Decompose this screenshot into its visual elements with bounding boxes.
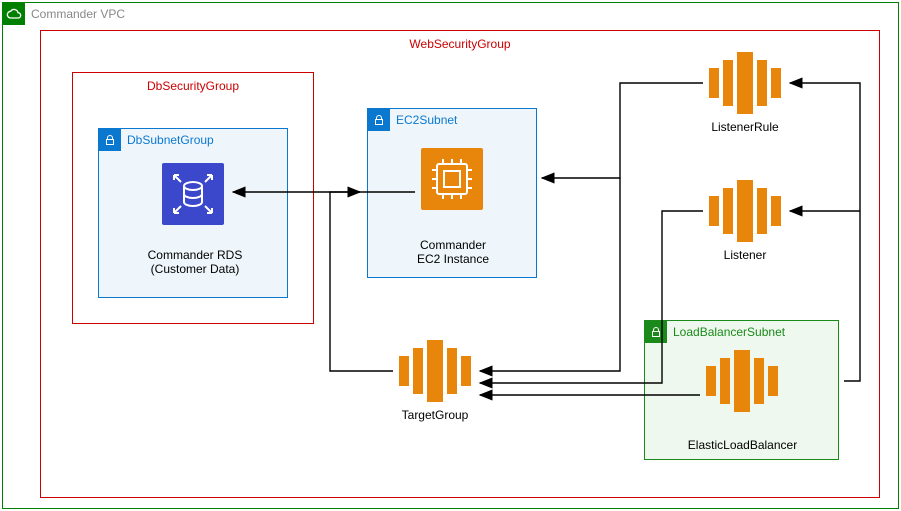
lock-icon — [645, 321, 667, 343]
rds-label: Commander RDS (Customer Data) — [120, 248, 270, 276]
ec2-label: Commander EC2 Instance — [378, 238, 528, 266]
target-group-icon — [399, 340, 471, 402]
cloud-icon — [3, 3, 25, 25]
listener-rule-icon — [709, 52, 781, 114]
db-subnet-title: DbSubnetGroup — [127, 133, 214, 147]
listener-rule-label: ListenerRule — [680, 120, 810, 134]
ec2-icon — [421, 148, 483, 210]
target-group-label: TargetGroup — [380, 408, 490, 422]
ec2-subnet-title: EC2Subnet — [396, 113, 457, 127]
lb-subnet-title: LoadBalancerSubnet — [673, 325, 785, 339]
lock-icon — [368, 109, 390, 131]
listener-icon — [709, 180, 781, 242]
web-sg-title: WebSecurityGroup — [409, 37, 510, 51]
vpc-title: Commander VPC — [31, 7, 125, 21]
lock-icon — [99, 129, 121, 151]
elb-label: ElasticLoadBalancer — [660, 438, 825, 452]
elb-icon — [706, 350, 778, 412]
listener-label: Listener — [680, 248, 810, 262]
rds-icon — [162, 163, 224, 225]
diagram-canvas: Commander VPC WebSecurityGroup DbSecurit… — [0, 0, 901, 511]
db-sg-title: DbSecurityGroup — [147, 79, 239, 93]
